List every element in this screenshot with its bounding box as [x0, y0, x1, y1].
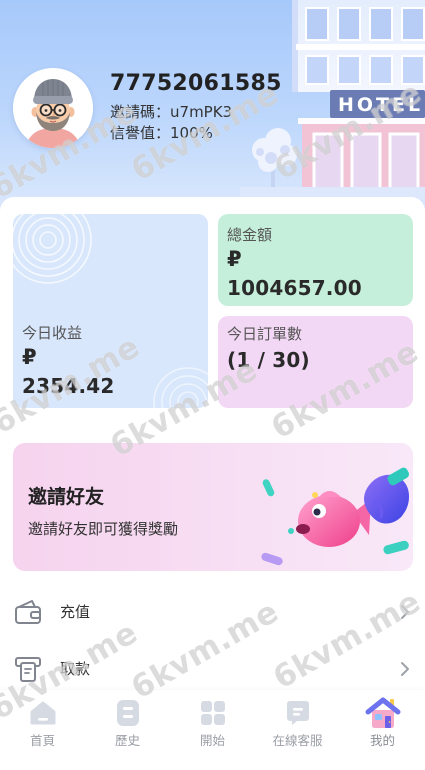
atm-withdraw-icon	[13, 654, 43, 684]
tab-label: 我的	[369, 733, 395, 748]
tab-me[interactable]: 我的	[340, 690, 425, 770]
tab-online-support[interactable]: 在線客服	[255, 690, 340, 770]
total-amount-value: 1004657.00	[227, 276, 362, 300]
hotel-building-illustration: HOTEL	[240, 0, 425, 200]
tab-label: 開始	[199, 733, 225, 748]
tab-label: 歷史	[114, 733, 140, 748]
user-id: 77752061585	[110, 71, 282, 96]
hotel-sign-text: HOTEL	[338, 94, 423, 116]
total-amount-label: 總金額	[227, 226, 273, 244]
wallet-icon	[13, 597, 43, 627]
chevron-right-icon	[399, 604, 411, 620]
tab-history[interactable]: 歷史	[85, 690, 170, 770]
invite-banner-subtitle: 邀請好友即可獲得獎勵	[28, 520, 179, 538]
invite-banner-title: 邀請好友	[28, 486, 105, 508]
today-income-value: 2354.42	[22, 374, 115, 398]
ruble-currency-symbol: ₽	[22, 345, 37, 369]
home-icon	[25, 696, 61, 730]
tab-home[interactable]: 首頁	[0, 690, 85, 770]
profile-header: HOTEL 77752061585 邀請碼：u7mPK3 信譽值：100%	[0, 0, 425, 215]
menu-item-withdraw[interactable]: 取款	[0, 644, 425, 694]
today-orders-label: 今日訂單數	[227, 325, 303, 343]
chevron-right-icon	[399, 661, 411, 677]
invite-code-label: 邀請碼：	[110, 103, 171, 121]
avatar[interactable]	[13, 68, 93, 148]
invite-friends-banner[interactable]: 邀請好友 邀請好友即可獲得獎勵	[13, 443, 413, 571]
menu-item-label: 充值	[60, 603, 91, 621]
profile-page: HOTEL 77752061585 邀請碼：u7mPK3 信譽值：100% 今日…	[0, 0, 425, 770]
tab-label: 首頁	[29, 733, 55, 748]
reputation-row: 信譽值：100%	[110, 123, 213, 143]
grid-start-icon	[195, 696, 231, 730]
tab-start[interactable]: 開始	[170, 690, 255, 770]
bottom-tab-bar: 首頁 歷史 開始 在線客服 我的	[0, 690, 425, 770]
concentric-circles-decoration	[13, 214, 92, 284]
history-icon	[110, 696, 146, 730]
today-income-card: 今日收益 ₽ 2354.42	[13, 214, 208, 408]
invite-code-value[interactable]: u7mPK3	[170, 103, 232, 121]
tab-label: 在線客服	[272, 733, 323, 748]
menu-item-recharge[interactable]: 充值	[0, 587, 425, 637]
chat-support-icon	[280, 696, 316, 730]
invite-code-row: 邀請碼：u7mPK3	[110, 102, 232, 122]
today-orders-value: (1 / 30)	[227, 348, 310, 372]
concentric-circles-decoration	[153, 367, 208, 408]
today-orders-card: 今日訂單數 (1 / 30)	[218, 316, 413, 408]
ruble-currency-symbol: ₽	[227, 247, 242, 271]
menu-item-label: 取款	[60, 660, 91, 678]
profile-house-icon	[365, 696, 401, 730]
avatar-cartoon-man-icon	[13, 68, 93, 148]
reputation-value: 100%	[170, 124, 213, 142]
today-income-label: 今日收益	[22, 324, 83, 342]
reputation-label: 信譽值：	[110, 124, 171, 142]
total-amount-card: 總金額 ₽ 1004657.00	[218, 214, 413, 306]
fish-and-hand-3d-illustration-icon	[261, 467, 410, 566]
